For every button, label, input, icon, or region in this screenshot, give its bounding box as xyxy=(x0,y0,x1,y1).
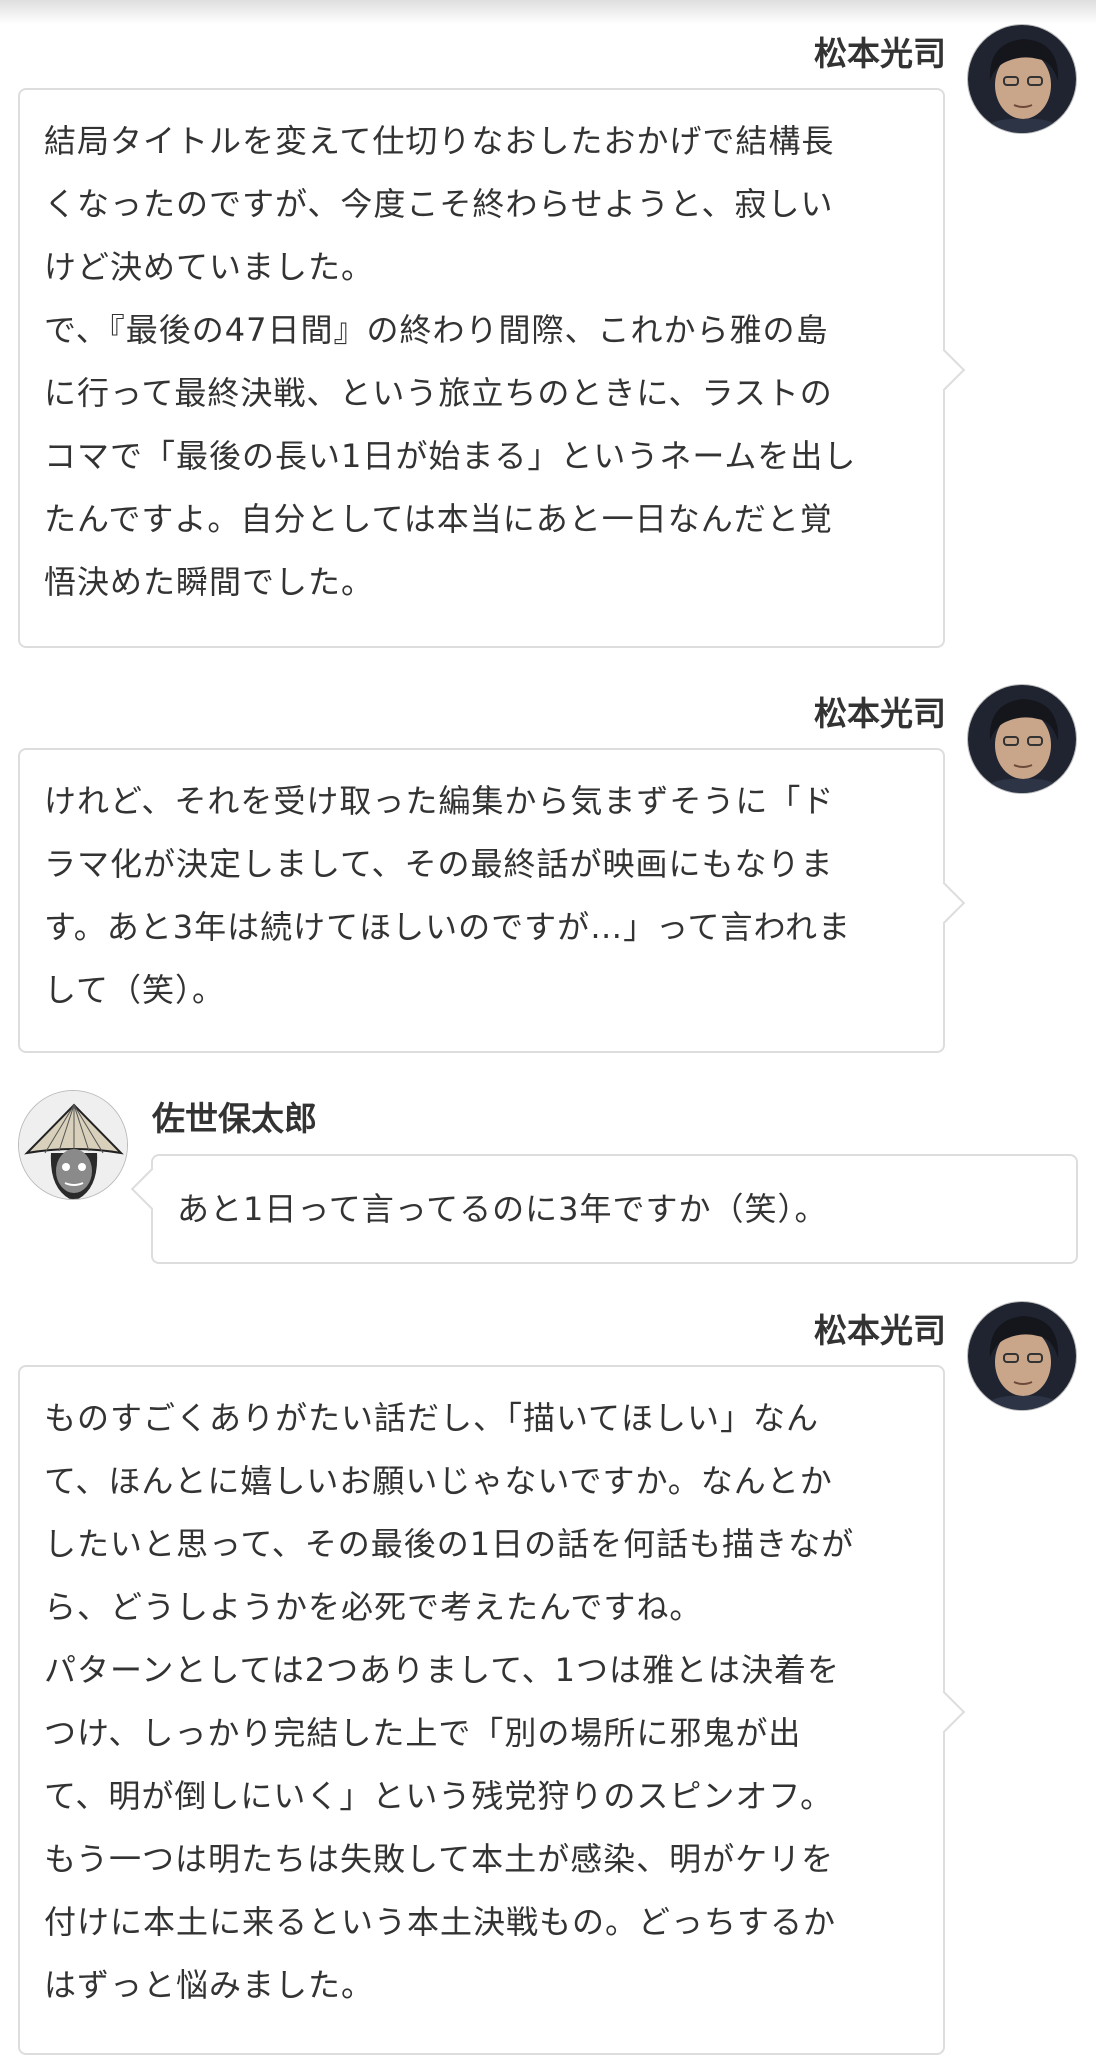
text-line: て、明が倒しにいく」という残党狩りのスピンオフ。 xyxy=(44,1777,834,1815)
text-line: ラマ化が決定しまして、その最終話が映画にもなりま xyxy=(44,845,834,883)
matsumoto-avatar-icon[interactable] xyxy=(967,24,1077,134)
text-line: に行って最終決戦、という旅立ちのときに、ラストの xyxy=(44,374,833,412)
message-bubble: 結局タイトルを変えて仕切りなおしたおかげで結構長 くなったのですが、今度こそ終わ… xyxy=(18,88,966,648)
message-bubble: あと1日って言ってるのに3年ですか（笑）。 xyxy=(130,1154,1078,1264)
text-line: あと1日って言ってるのに3年ですか（笑）。 xyxy=(177,1190,828,1228)
message-text: けれど、それを受け取った編集から気まずそうに「ド ラマ化が決定しまして、その最終… xyxy=(20,750,943,1022)
message-bubble: ものすごくありがたい話だし、「描いてほしい」なん て、ほんとに嬉しいお願いじゃな… xyxy=(18,1365,966,2055)
text-line: コマで「最後の長い1日が始まる」というネームを出し xyxy=(44,437,857,475)
text-line: す。あと3年は続けてほしいのですが…」って言われま xyxy=(44,908,851,946)
text-line: 付けに本土に来るという本土決戦もの。どっちするか xyxy=(44,1903,837,1941)
text-line: して（笑）。 xyxy=(44,971,226,1009)
text-line: で、『最後の47日間』の終わり間際、これから雅の島 xyxy=(44,311,829,349)
speaker-name: 松本光司 xyxy=(814,1311,946,1350)
text-line: したいと思って、その最後の1日の話を何話も描きなが xyxy=(44,1525,855,1563)
text-line: はずっと悩みました。 xyxy=(44,1966,375,2004)
matsumoto-avatar-icon[interactable] xyxy=(967,684,1077,794)
message-text: あと1日って言ってるのに3年ですか（笑）。 xyxy=(153,1156,1076,1241)
text-line: パターンとしては2つありまして、1つは雅とは決着を xyxy=(44,1651,840,1689)
top-shadow xyxy=(0,0,1096,24)
text-line: ら、どうしようかを必死で考えたんですね。 xyxy=(44,1588,703,1626)
text-line: けど決めていました。 xyxy=(44,248,375,286)
text-line: 結局タイトルを変えて仕切りなおしたおかげで結構長 xyxy=(44,122,835,160)
sasebo-avatar-icon[interactable] xyxy=(18,1090,128,1200)
text-line: つけ、しっかり完結した上で「別の場所に邪鬼が出 xyxy=(44,1714,802,1752)
text-line: くなったのですが、今度こそ終わらせようと、寂しい xyxy=(44,185,834,223)
text-line: ものすごくありがたい話だし、「描いてほしい」なん xyxy=(44,1399,820,1437)
text-line: もう一つは明たちは失敗して本土が感染、明がケリを xyxy=(44,1840,835,1878)
speaker-name: 佐世保太郎 xyxy=(152,1099,317,1138)
speaker-name: 松本光司 xyxy=(814,34,946,73)
speaker-name: 松本光司 xyxy=(814,694,946,733)
text-line: たんですよ。自分としては本当にあと一日なんだと覚 xyxy=(44,500,833,538)
message-text: ものすごくありがたい話だし、「描いてほしい」なん て、ほんとに嬉しいお願いじゃな… xyxy=(20,1367,943,2017)
text-line: て、ほんとに嬉しいお願いじゃないですか。なんとか xyxy=(44,1462,833,1500)
message-text: 結局タイトルを変えて仕切りなおしたおかげで結構長 くなったのですが、今度こそ終わ… xyxy=(20,90,943,614)
message-bubble: けれど、それを受け取った編集から気まずそうに「ド ラマ化が決定しまして、その最終… xyxy=(18,748,966,1053)
text-line: けれど、それを受け取った編集から気まずそうに「ド xyxy=(44,782,835,820)
text-line: 悟決めた瞬間でした。 xyxy=(44,563,375,601)
matsumoto-avatar-icon[interactable] xyxy=(967,1301,1077,1411)
